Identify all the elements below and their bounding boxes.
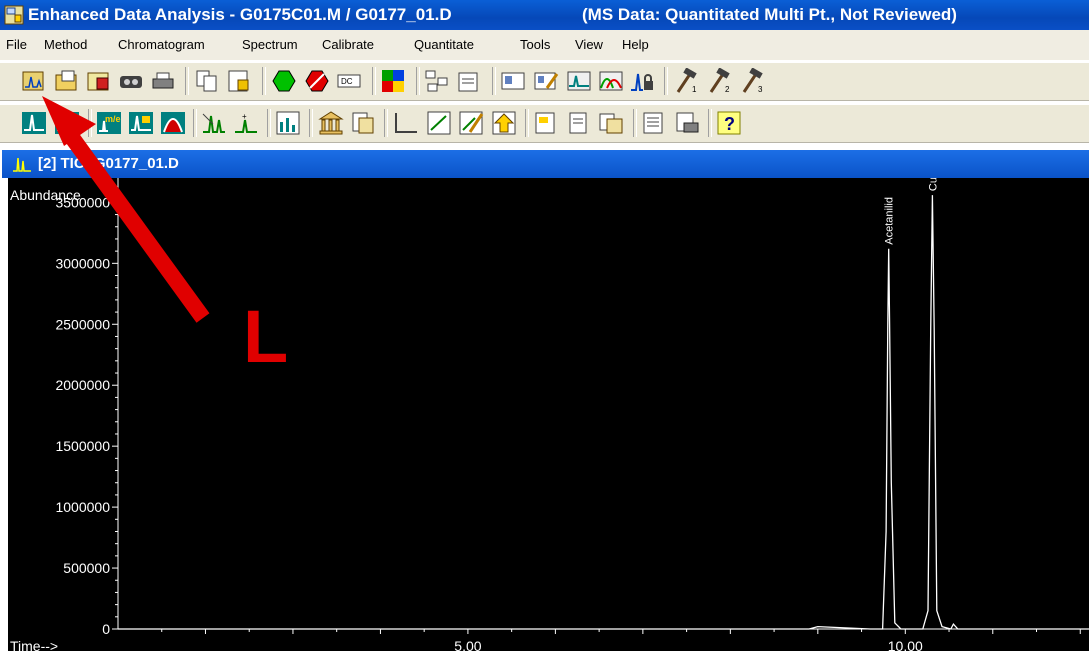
menu-quantitate[interactable]: Quantitate: [414, 37, 474, 52]
menu-calibrate[interactable]: Calibrate: [322, 37, 374, 52]
chromatogram-window-title: [2] TIC: G0177_01.D: [38, 155, 179, 172]
y-tick-label: 1500000: [55, 438, 110, 454]
toolbar-separator: [309, 109, 313, 137]
toolbar-separator: [708, 109, 712, 137]
tree-view-icon[interactable]: [424, 68, 450, 94]
peak-label: Cumari: [927, 178, 939, 191]
x-tick-label: 5.00: [454, 638, 481, 651]
help-icon[interactable]: ?: [716, 110, 742, 136]
library-icon[interactable]: [318, 110, 344, 136]
y-tick-label: 2500000: [55, 316, 110, 332]
menu-view[interactable]: View: [575, 37, 603, 52]
toolbar-separator: [416, 67, 420, 95]
print-icon[interactable]: [150, 68, 176, 94]
toolbar-separator: [267, 109, 271, 137]
save-method-icon[interactable]: [86, 68, 112, 94]
toolbar-separator: [185, 67, 189, 95]
color-palette-icon[interactable]: [380, 68, 406, 94]
toolbar-separator: [262, 67, 266, 95]
y-tick-label: 0: [102, 621, 110, 637]
edit-report-icon[interactable]: [533, 68, 559, 94]
svg-text:+: +: [242, 112, 247, 121]
tic-chromatogram-plot[interactable]: Abundance 3500000 3000000 2500000 2000000 150…: [8, 178, 1089, 651]
menu-bar: File Method Chromatogram Spectrum Calibr…: [0, 30, 1089, 60]
y-tick-label: 3000000: [55, 255, 110, 271]
calibrate-icon[interactable]: [426, 110, 452, 136]
ratio-icon[interactable]: [275, 110, 301, 136]
svg-text:m/e: m/e: [105, 114, 121, 124]
svg-text:1: 1: [692, 85, 697, 94]
tic-trace: [118, 195, 1089, 630]
toolbar-separator: [372, 67, 376, 95]
window-title: Enhanced Data Analysis - G0175C01.M / G0…: [28, 5, 452, 24]
peak-small-icon[interactable]: +: [233, 110, 259, 136]
toolbar-separator: [384, 109, 388, 137]
toolbar-separator: [193, 109, 197, 137]
peak-label: Acetanilid: [884, 197, 896, 245]
summary-icon[interactable]: [641, 110, 667, 136]
toolbar-separator: [492, 67, 496, 95]
svg-text:DC: DC: [341, 77, 353, 86]
y-tick-label: 3500000: [55, 194, 110, 210]
calculator-icon[interactable]: DC: [336, 68, 362, 94]
copy-icon[interactable]: [194, 68, 220, 94]
svg-text:2: 2: [725, 85, 730, 94]
peak-lock-icon[interactable]: [629, 68, 655, 94]
toolbar-separator: [633, 109, 637, 137]
library-search-icon[interactable]: [350, 110, 376, 136]
x-axis-label: Time-->: [10, 638, 58, 651]
svg-text:3: 3: [758, 85, 763, 94]
toolbar-separator: [664, 67, 668, 95]
hammer-2-icon[interactable]: 2: [707, 68, 733, 94]
print-report-icon[interactable]: [674, 110, 700, 136]
integrate-icon[interactable]: [54, 110, 80, 136]
app-icon: [4, 5, 24, 25]
svg-text:?: ?: [724, 114, 735, 134]
toolbar-separator: [88, 109, 92, 137]
red-stop-icon[interactable]: [304, 68, 330, 94]
window-subtitle: (MS Data: Quantitated Multi Pt., Not Rev…: [582, 5, 957, 24]
open-method-icon[interactable]: [54, 68, 80, 94]
blank-window-icon[interactable]: [393, 110, 419, 136]
menu-tools[interactable]: Tools: [520, 37, 550, 52]
export-icon[interactable]: [226, 68, 252, 94]
document-icon[interactable]: [456, 68, 482, 94]
tic-icon[interactable]: [566, 68, 592, 94]
spectrum-peak-icon[interactable]: [160, 110, 186, 136]
x-tick-label: 10.00: [888, 638, 923, 651]
edit-curve-icon[interactable]: [458, 110, 484, 136]
chromatogram-window-title-bar[interactable]: [2] TIC: G0177_01.D: [2, 150, 1089, 178]
menu-help[interactable]: Help: [622, 37, 649, 52]
toolbar-separator: [525, 109, 529, 137]
load-data-icon[interactable]: [21, 68, 47, 94]
menu-file[interactable]: File: [6, 37, 27, 52]
menu-method[interactable]: Method: [44, 37, 87, 52]
extract-ion-icon[interactable]: [128, 110, 154, 136]
baseline-icon[interactable]: [201, 110, 227, 136]
y-tick-label: 2000000: [55, 377, 110, 393]
chromatogram-window-icon: [13, 157, 31, 172]
y-tick-label: 500000: [63, 560, 110, 576]
mz-icon[interactable]: m/e: [96, 110, 122, 136]
tape-icon[interactable]: [118, 68, 144, 94]
hammer-3-icon[interactable]: 3: [740, 68, 766, 94]
quant-icon[interactable]: [491, 110, 517, 136]
overlay-icon[interactable]: [598, 68, 624, 94]
menu-chromatogram[interactable]: Chromatogram: [118, 37, 205, 52]
tic-chart: Abundance3500000300000025000002000000150…: [10, 178, 1089, 651]
report-card-icon[interactable]: [500, 68, 526, 94]
hammer-1-icon[interactable]: 1: [674, 68, 700, 94]
data-analysis-toolbar: m/e + ?: [0, 104, 1089, 143]
green-run-icon[interactable]: [271, 68, 297, 94]
menu-spectrum[interactable]: Spectrum: [242, 37, 298, 52]
chromatogram-icon[interactable]: [21, 110, 47, 136]
report-icon[interactable]: [566, 110, 592, 136]
qedit-icon[interactable]: [533, 110, 559, 136]
copy-report-icon[interactable]: [598, 110, 624, 136]
main-toolbar: DC 1 2 3: [0, 62, 1089, 101]
title-bar: Enhanced Data Analysis - G0175C01.M / G0…: [0, 0, 1089, 30]
y-tick-label: 1000000: [55, 499, 110, 515]
